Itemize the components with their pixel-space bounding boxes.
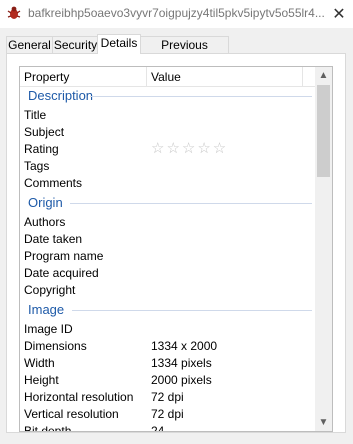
group-heading-origin: Origin: [28, 195, 63, 210]
bug-icon: [7, 6, 21, 19]
property-bit-depth[interactable]: Bit depth: [24, 424, 71, 431]
column-header-property[interactable]: Property: [24, 70, 69, 84]
property-date-acquired[interactable]: Date acquired: [24, 266, 99, 280]
column-divider[interactable]: [146, 67, 147, 86]
property-vertical-resolution[interactable]: Vertical resolution: [24, 407, 119, 421]
value-height[interactable]: 2000 pixels: [151, 373, 212, 387]
window-title: bafkreibhp5oaevo3vyvr7oigpujzy4til5pkv5i…: [28, 6, 325, 20]
property-tags[interactable]: Tags: [24, 159, 49, 173]
chevron-up-icon: ▲: [318, 70, 329, 81]
property-program-name[interactable]: Program name: [24, 249, 103, 263]
group-divider: [72, 310, 312, 311]
property-dimensions[interactable]: Dimensions: [24, 339, 87, 353]
details-panel: Property Value Description Title Subject…: [6, 53, 346, 433]
property-horizontal-resolution[interactable]: Horizontal resolution: [24, 390, 133, 404]
property-authors[interactable]: Authors: [24, 215, 65, 229]
property-subject[interactable]: Subject: [24, 125, 64, 139]
close-button[interactable]: ✕: [325, 0, 353, 28]
value-horizontal-resolution[interactable]: 72 dpi: [151, 390, 184, 404]
property-rating[interactable]: Rating: [24, 142, 59, 156]
property-copyright[interactable]: Copyright: [24, 283, 75, 297]
property-comments[interactable]: Comments: [24, 176, 82, 190]
group-divider: [90, 96, 312, 97]
group-heading-image: Image: [28, 302, 65, 317]
list-header: Property Value: [20, 67, 316, 87]
scroll-down-button[interactable]: ▼: [315, 414, 332, 431]
value-width[interactable]: 1334 pixels: [151, 356, 212, 370]
property-title[interactable]: Title: [24, 108, 46, 122]
value-bit-depth[interactable]: 24: [151, 424, 164, 431]
tab-previous-versions[interactable]: Previous Versions: [140, 36, 229, 68]
property-height[interactable]: Height: [24, 373, 59, 387]
close-icon: ✕: [332, 6, 346, 23]
column-header-value[interactable]: Value: [151, 70, 181, 84]
scroll-up-button[interactable]: ▲: [315, 67, 332, 84]
property-date-taken[interactable]: Date taken: [24, 232, 82, 246]
title-bar: bafkreibhp5oaevo3vyvr7oigpujzy4til5pkv5i…: [0, 0, 353, 28]
vertical-scrollbar[interactable]: ▲ ▼: [315, 67, 332, 431]
tab-security[interactable]: Security: [52, 36, 99, 53]
value-dimensions[interactable]: 1334 x 2000: [151, 339, 217, 353]
value-vertical-resolution[interactable]: 72 dpi: [151, 407, 184, 421]
tab-details[interactable]: Details: [97, 34, 141, 54]
scrollbar-thumb[interactable]: [317, 85, 330, 177]
property-image-id[interactable]: Image ID: [24, 322, 73, 336]
properties-list[interactable]: Property Value Description Title Subject…: [19, 66, 333, 432]
group-heading-description: Description: [28, 88, 94, 103]
property-width[interactable]: Width: [24, 356, 55, 370]
column-divider[interactable]: [302, 67, 303, 86]
chevron-down-icon: ▼: [318, 417, 329, 428]
group-divider: [70, 203, 312, 204]
rating-stars[interactable]: ☆☆☆☆☆: [151, 139, 228, 157]
tab-general[interactable]: General: [6, 36, 53, 53]
